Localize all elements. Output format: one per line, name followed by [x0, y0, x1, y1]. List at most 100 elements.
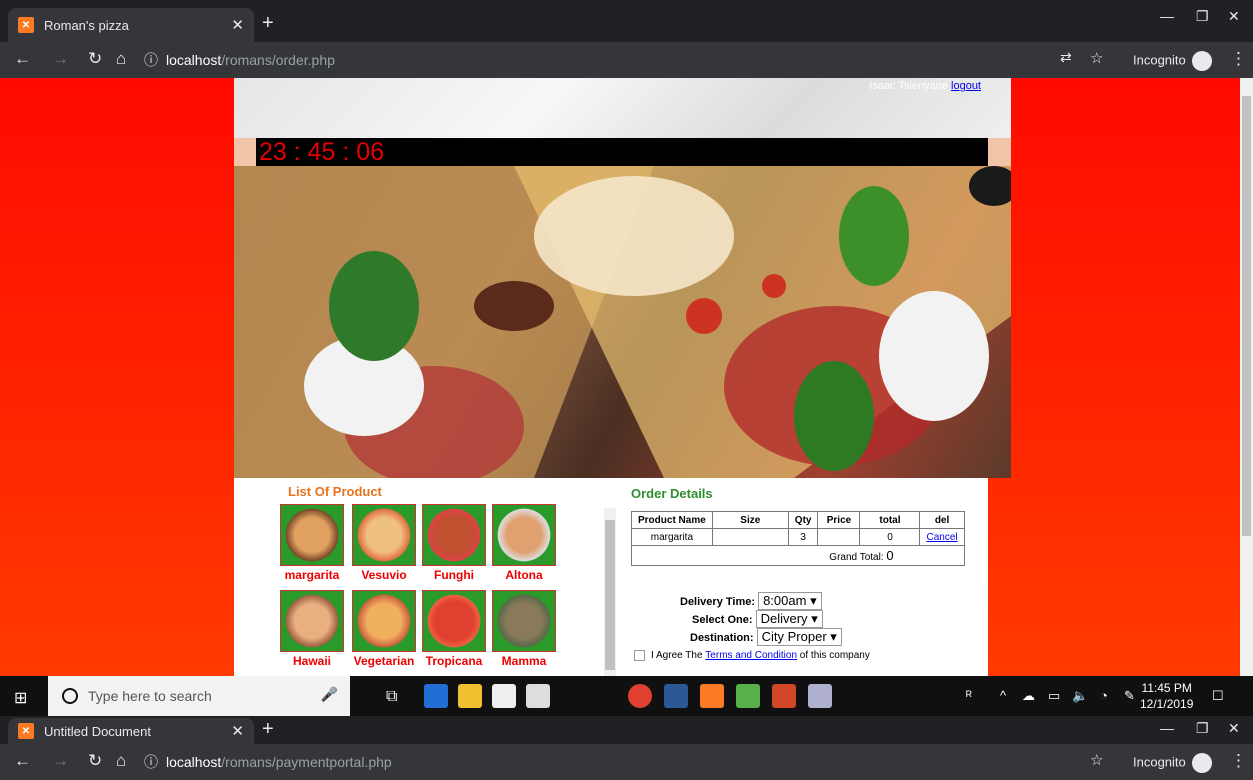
cell-price: [817, 528, 861, 546]
mail-icon[interactable]: [526, 684, 550, 708]
product-list-scrollbar[interactable]: [604, 508, 616, 676]
back-icon[interactable]: ←: [14, 751, 31, 771]
product-label[interactable]: Altona: [492, 568, 556, 582]
agree-checkbox[interactable]: [634, 650, 645, 661]
grand-total-label: Grand Total:: [829, 552, 884, 563]
product-image[interactable]: [280, 590, 344, 652]
address-bar[interactable]: ⓘ localhost/romans/order.php: [144, 47, 1104, 73]
product-label[interactable]: Vegetarian: [352, 654, 416, 668]
product-funghi[interactable]: Funghi: [422, 504, 486, 582]
address-bar[interactable]: ⓘ localhost/romans/paymentportal.php: [144, 749, 1104, 775]
app-icon[interactable]: [808, 684, 832, 708]
destination-select[interactable]: City Proper ▾: [756, 628, 842, 646]
close-window-icon[interactable]: ✕: [1228, 720, 1240, 737]
reload-icon[interactable]: ↻: [88, 49, 102, 69]
info-icon[interactable]: ⓘ: [144, 752, 158, 772]
product-tropicana[interactable]: Tropicana: [422, 590, 486, 668]
forward-icon[interactable]: →: [52, 751, 69, 771]
back-icon[interactable]: ←: [14, 49, 31, 69]
product-margarita[interactable]: margarita: [280, 504, 344, 582]
product-label[interactable]: margarita: [280, 568, 344, 582]
home-icon[interactable]: ⌂: [116, 49, 126, 69]
volume-icon[interactable]: 🔈: [1072, 688, 1088, 704]
close-window-icon[interactable]: ✕: [1228, 8, 1240, 25]
edge-icon[interactable]: [424, 684, 448, 708]
cell-total: 0: [859, 528, 921, 546]
product-image[interactable]: [352, 504, 416, 566]
taskbar-clock[interactable]: 11:45 PM 12/1/2019: [1140, 680, 1193, 712]
product-image[interactable]: [280, 504, 344, 566]
product-image[interactable]: [422, 504, 486, 566]
restore-icon[interactable]: ❐: [1196, 8, 1209, 25]
battery-icon[interactable]: ▭: [1048, 688, 1060, 704]
onedrive-icon[interactable]: ☁: [1022, 688, 1035, 704]
product-label[interactable]: Hawaii: [280, 654, 344, 668]
delivery-type-select[interactable]: Delivery ▾: [755, 610, 823, 628]
restore-icon[interactable]: ❐: [1196, 720, 1209, 737]
taskbar-search[interactable]: Type here to search 🎤: [48, 676, 350, 716]
product-label[interactable]: Mamma: [492, 654, 556, 668]
home-icon[interactable]: ⌂: [116, 751, 126, 771]
close-tab-icon[interactable]: ✕: [231, 722, 244, 740]
product-image[interactable]: [422, 590, 486, 652]
terms-link[interactable]: Terms and Condition: [705, 650, 797, 661]
microphone-icon[interactable]: 🎤: [321, 686, 338, 703]
new-tab-icon[interactable]: +: [262, 12, 274, 35]
forward-icon[interactable]: →: [52, 49, 69, 69]
pen-icon[interactable]: ✎: [1124, 688, 1135, 704]
word-icon[interactable]: [664, 684, 688, 708]
pizza-hero-image: [234, 166, 1011, 478]
menu-icon[interactable]: ⋮: [1230, 751, 1247, 771]
xampp-favicon-icon: ✕: [18, 17, 34, 33]
app-icon[interactable]: [736, 684, 760, 708]
col-del: del: [919, 511, 965, 529]
new-tab-icon[interactable]: +: [262, 718, 274, 741]
product-hawaii[interactable]: Hawaii: [280, 590, 344, 668]
logout-link[interactable]: logout: [951, 80, 981, 92]
info-icon[interactable]: ⓘ: [144, 50, 158, 70]
clock-right-edge: [988, 138, 1011, 166]
minimize-icon[interactable]: —: [1160, 8, 1174, 24]
digital-clock: 23 : 45 : 06: [256, 138, 988, 166]
xampp-icon[interactable]: [700, 684, 724, 708]
menu-icon[interactable]: ⋮: [1230, 49, 1247, 69]
wifi-icon[interactable]: ◔: [1100, 688, 1108, 703]
delivery-time-select[interactable]: 8:00am ▾: [758, 592, 822, 610]
product-image[interactable]: [352, 590, 416, 652]
product-label[interactable]: Funghi: [422, 568, 486, 582]
page-scroll-thumb[interactable]: [1242, 96, 1251, 536]
product-image[interactable]: [492, 590, 556, 652]
bookmark-star-icon[interactable]: ☆: [1090, 751, 1103, 769]
url-path: /romans/paymentportal.php: [221, 754, 392, 770]
close-tab-icon[interactable]: ✕: [231, 16, 244, 34]
file-explorer-icon[interactable]: [458, 684, 482, 708]
product-image[interactable]: [492, 504, 556, 566]
bookmark-star-icon[interactable]: ☆: [1090, 49, 1103, 67]
store-icon[interactable]: [492, 684, 516, 708]
cancel-link[interactable]: Cancel: [926, 532, 957, 543]
product-altona[interactable]: Altona: [492, 504, 556, 582]
powerpoint-icon[interactable]: [772, 684, 796, 708]
windows-start-icon[interactable]: ⊞: [14, 688, 27, 708]
product-vegetarian[interactable]: Vegetarian: [352, 590, 416, 668]
people-icon[interactable]: ᴿ: [966, 688, 972, 703]
page-viewport: Isaac Tsienyane logout 23 : 45 : 06 List…: [0, 78, 1240, 676]
tab-romans-pizza[interactable]: ✕ Roman's pizza ✕: [8, 8, 254, 42]
reload-icon[interactable]: ↻: [88, 751, 102, 771]
product-vesuvio[interactable]: Vesuvio: [352, 504, 416, 582]
table-row: margarita 3 0 Cancel: [631, 528, 965, 546]
product-label[interactable]: Tropicana: [422, 654, 486, 668]
task-view-icon[interactable]: ⧉: [386, 688, 397, 706]
product-mamma[interactable]: Mamma: [492, 590, 556, 668]
minimize-icon[interactable]: —: [1160, 720, 1174, 736]
product-list-scroll-thumb[interactable]: [605, 520, 615, 670]
translate-icon[interactable]: ⇄: [1060, 49, 1072, 66]
page-scrollbar[interactable]: [1240, 78, 1253, 676]
col-total: total: [859, 511, 921, 529]
chrome-icon[interactable]: [628, 684, 652, 708]
tab-untitled-document[interactable]: ✕ Untitled Document ✕: [8, 718, 254, 744]
show-hidden-icons-icon[interactable]: ^: [1000, 688, 1006, 703]
pizza-illustration: [234, 166, 1011, 478]
product-label[interactable]: Vesuvio: [352, 568, 416, 582]
notification-icon[interactable]: ☐: [1212, 688, 1224, 704]
